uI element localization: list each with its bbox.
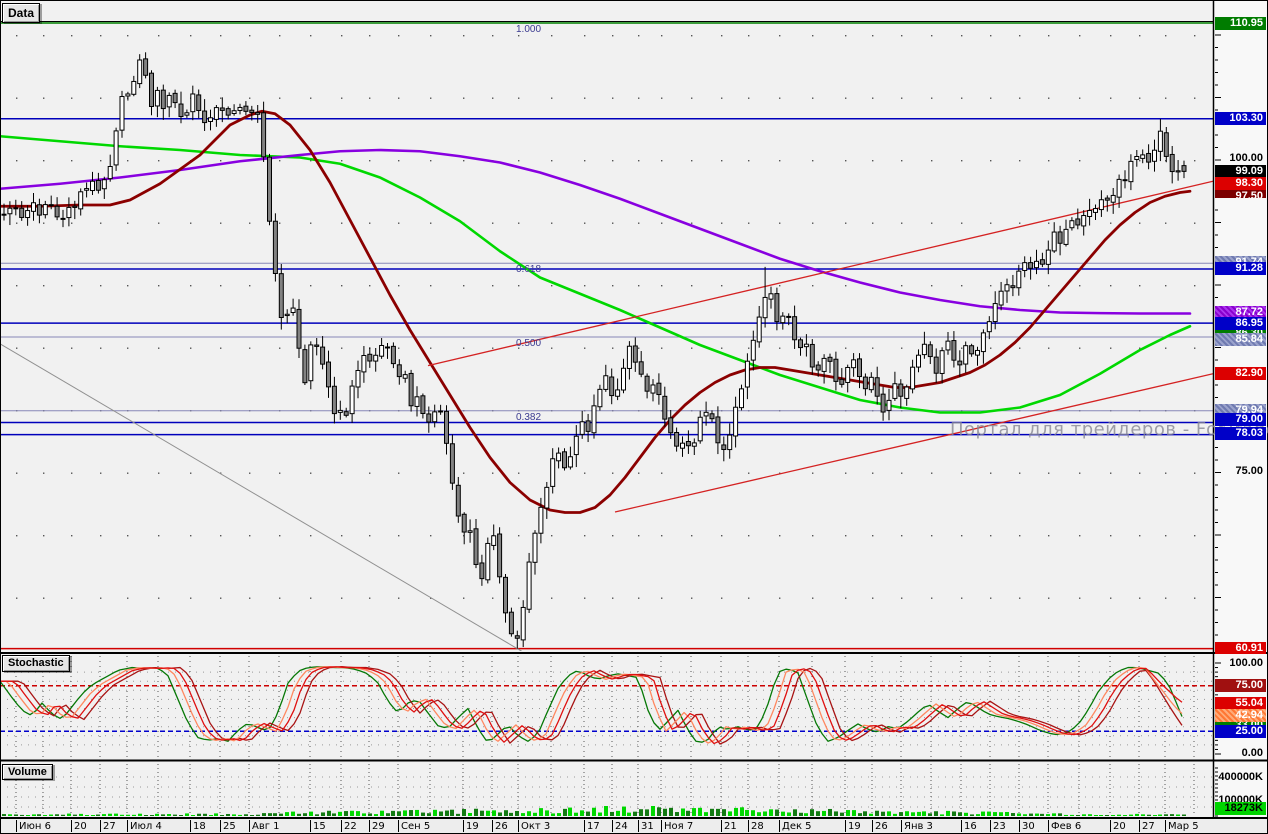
- date-tick-label: Июл 4: [130, 821, 162, 832]
- stoch-label: 100.00: [1229, 657, 1263, 669]
- date-tick-label: 31: [641, 821, 654, 832]
- date-tick-label: 20: [1113, 821, 1126, 832]
- chart-window: Data Stochastic Volume Портал для трейде…: [0, 0, 1268, 834]
- fib-label-0.618: 0.618: [516, 264, 542, 276]
- price-label: 79.00: [1215, 413, 1266, 426]
- price-label: 110.95: [1215, 17, 1266, 30]
- date-tick-label: Фев 6: [1051, 821, 1082, 832]
- date-tick-label: 21: [724, 821, 737, 832]
- date-tick-label: Июн 6: [19, 821, 51, 832]
- date-tick-label: Дек 5: [782, 821, 812, 832]
- price-label: 97.50: [1215, 190, 1266, 198]
- date-tick-label: 29: [372, 821, 385, 832]
- stoch-label: 0.00: [1241, 747, 1263, 759]
- date-tick-label: 17: [587, 821, 600, 832]
- date-tick-label: Авг 1: [252, 821, 280, 832]
- price-label: 98.30: [1215, 177, 1266, 190]
- date-tick-label: 20: [74, 821, 87, 832]
- data-panel-button[interactable]: Data: [2, 3, 41, 23]
- date-tick-label: 15: [313, 821, 326, 832]
- date-tick-label: 26: [495, 821, 508, 832]
- price-label: 85.84: [1215, 333, 1266, 346]
- chart-canvas[interactable]: [0, 0, 1268, 834]
- date-tick-label: 28: [751, 821, 764, 832]
- volume-label: 18273K: [1215, 802, 1266, 815]
- stoch-label: 42.94: [1215, 709, 1266, 722]
- date-tick-label: 19: [848, 821, 861, 832]
- stochastic-panel-button[interactable]: Stochastic: [2, 655, 70, 672]
- price-label: 100.00: [1229, 152, 1263, 164]
- price-label: 82.90: [1215, 367, 1266, 380]
- fib-label-0.500: 0.500: [516, 338, 542, 349]
- fib-label-1.000: 1.000: [516, 24, 542, 36]
- price-label: 103.30: [1215, 112, 1266, 125]
- date-tick-label: 23: [993, 821, 1006, 832]
- fib-label-0.382: 0.382: [516, 411, 542, 423]
- date-tick-label: 25: [223, 821, 236, 832]
- price-label: 75.00: [1235, 465, 1263, 477]
- date-tick-label: 22: [344, 821, 357, 832]
- stoch-label: 25.00: [1215, 725, 1266, 738]
- volume-panel-button[interactable]: Volume: [2, 764, 53, 780]
- price-label: 78.03: [1215, 427, 1266, 440]
- date-tick-label: Мар 5: [1168, 821, 1199, 832]
- price-label: 91.28: [1215, 262, 1266, 275]
- date-tick-label: 30: [1022, 821, 1035, 832]
- date-tick-label: 24: [615, 821, 628, 832]
- date-tick-label: 19: [466, 821, 479, 832]
- date-tick-label: Ноя 7: [664, 821, 694, 832]
- volume-label: 400000K: [1218, 771, 1263, 783]
- date-tick-label: 18: [193, 821, 206, 832]
- date-tick-label: 27: [1142, 821, 1155, 832]
- price-label: 60.91: [1215, 642, 1266, 654]
- date-tick-label: 26: [875, 821, 888, 832]
- date-tick-label: 27: [103, 821, 116, 832]
- date-tick-label: Окт 3: [521, 821, 551, 832]
- stoch-label: 75.00: [1215, 679, 1266, 692]
- date-tick-label: 16: [964, 821, 977, 832]
- price-label: 86.95: [1215, 317, 1266, 330]
- date-tick-label: Янв 3: [904, 821, 933, 832]
- date-tick-label: Сен 5: [401, 821, 431, 832]
